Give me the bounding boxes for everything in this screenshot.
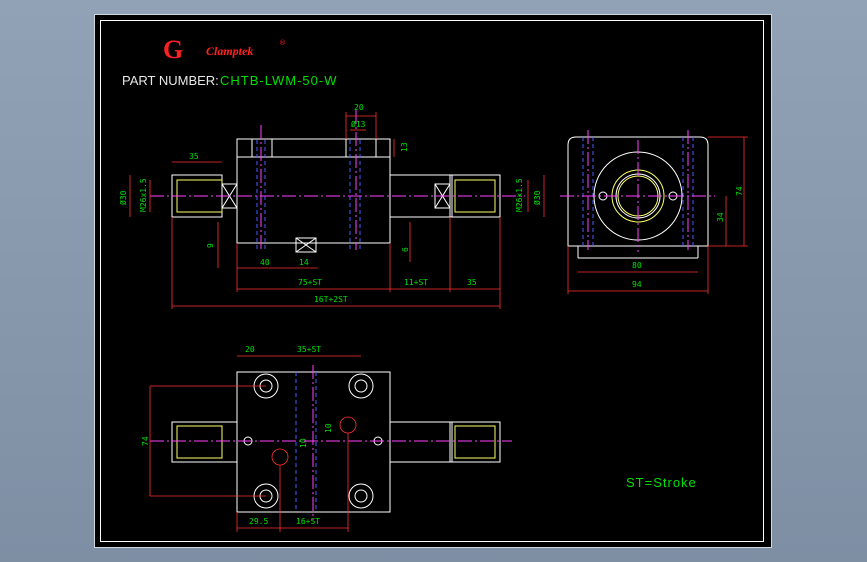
dimension-label: 20 <box>245 345 255 354</box>
dimension-label: 16+ST <box>296 517 320 526</box>
technical-drawing: G Clamptek ® PART NUMBER: CHTB-LWM-50-W <box>118 35 748 532</box>
dimension-label: Ø30 <box>532 190 542 205</box>
dimension-label: 14 <box>299 258 309 267</box>
stroke-note: ST=Stroke <box>626 475 697 490</box>
logo-mark: G <box>163 35 183 64</box>
dimension-label: 80 <box>632 261 642 270</box>
plan-view: 20 35+ST 74 10 10 29.5 16+ST <box>141 345 512 532</box>
dimension-label: 10 <box>324 423 333 433</box>
dimension-label: 11+ST <box>404 278 428 287</box>
part-number-label: PART NUMBER: <box>122 73 219 88</box>
side-view: 80 94 74 34 <box>560 130 748 294</box>
dimension-label: 35 <box>189 152 199 161</box>
dimension-label: 29.5 <box>249 517 268 526</box>
dimension-label: Ø13 <box>351 119 366 129</box>
dimension-label: Ø30 <box>118 190 128 205</box>
front-view <box>150 110 525 253</box>
logo-registered: ® <box>279 39 286 47</box>
front-dimensions: 20 Ø13 13 35 Ø30 M26x1.5 M26x1.5 Ø30 9 6… <box>118 103 545 309</box>
dimension-label: 20 <box>354 103 364 112</box>
part-number-value: CHTB-LWM-50-W <box>220 73 337 88</box>
dimension-label: 75+ST <box>298 278 322 287</box>
logo-text: Clamptek <box>206 44 253 58</box>
clamptek-logo: G Clamptek ® <box>163 35 286 64</box>
dimension-label: M26x1.5 <box>515 178 524 212</box>
front-body <box>236 138 391 244</box>
dimension-label: 35+ST <box>297 345 321 354</box>
dimension-label: 40 <box>260 258 270 267</box>
dimension-label: 10 <box>299 438 308 448</box>
cad-viewport: G Clamptek ® PART NUMBER: CHTB-LWM-50-W <box>0 0 867 562</box>
dimension-label: 6 <box>401 247 410 252</box>
dimension-label: M26x1.5 <box>139 178 148 212</box>
dimension-label: 34 <box>716 212 725 222</box>
dimension-label: 9 <box>206 243 215 248</box>
dimension-label: 13 <box>400 142 409 152</box>
dimension-label: 74 <box>735 186 744 196</box>
dimension-label: 74 <box>141 436 150 446</box>
dimension-label: 35 <box>467 278 477 287</box>
dimension-label: 16T+2ST <box>314 295 348 304</box>
dimension-label: 94 <box>632 280 642 289</box>
